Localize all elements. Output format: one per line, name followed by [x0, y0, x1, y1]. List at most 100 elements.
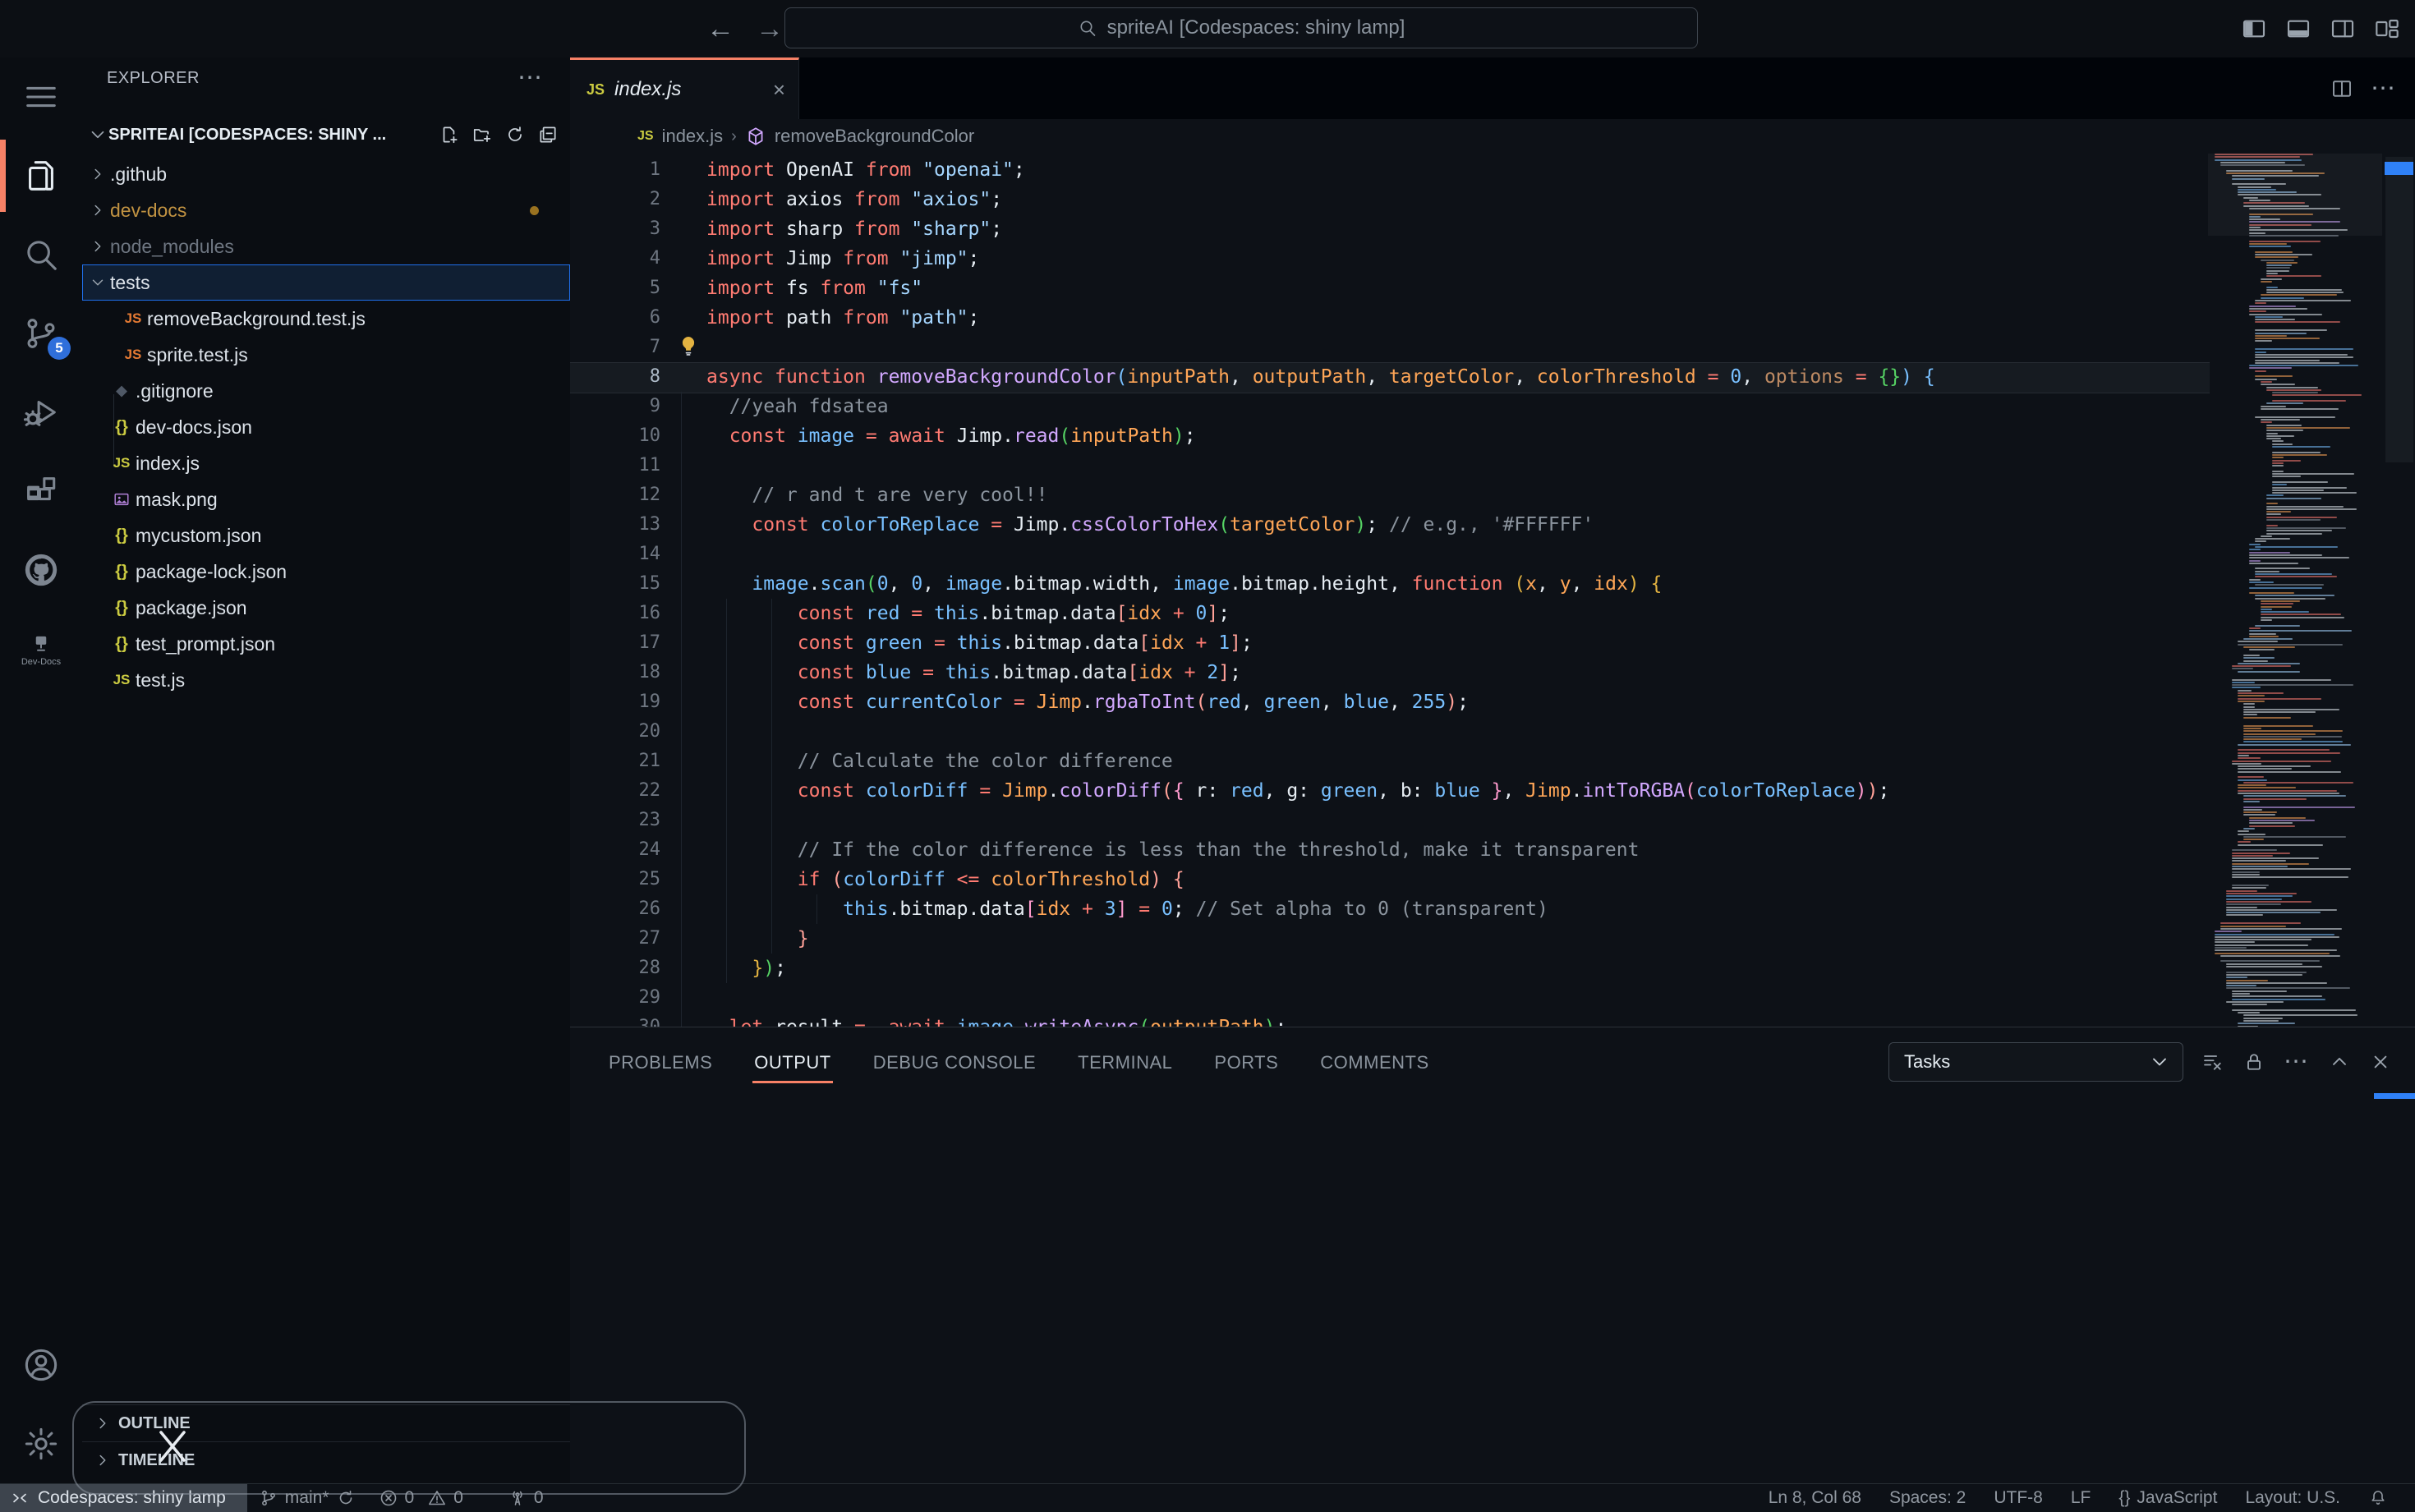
code-line-22[interactable]: 22 const colorDiff = Jimp.colorDiff({ r:…	[570, 776, 2201, 806]
maximize-panel-icon[interactable]	[2328, 1050, 2351, 1073]
tree-item-sprite-test-js[interactable]: JSsprite.test.js	[82, 337, 570, 373]
status-cursor-position[interactable]: Ln 8, Col 68	[1755, 1488, 1875, 1508]
tree-item-package-lock-json[interactable]: {}package-lock.json	[82, 554, 570, 590]
code-line-14[interactable]: 14	[570, 540, 2201, 569]
activity-item-explorer[interactable]	[0, 136, 82, 215]
notifications-bell[interactable]	[2354, 1488, 2402, 1508]
nav-back-button[interactable]: ←	[706, 13, 734, 45]
tree-item--gitignore[interactable]: ◆.gitignore	[82, 373, 570, 409]
code-line-15[interactable]: 15 image.scan(0, 0, image.bitmap.width, …	[570, 569, 2201, 599]
output-channel-select[interactable]: Tasks	[1888, 1042, 2183, 1082]
activity-item-settings[interactable]	[0, 1404, 82, 1483]
command-center-search[interactable]: spriteAI [Codespaces: shiny lamp]	[784, 7, 1698, 48]
code-line-23[interactable]: 23	[570, 806, 2201, 835]
code-line-7[interactable]: 7	[570, 333, 2201, 362]
tree-item-tests[interactable]: tests	[82, 264, 570, 301]
tab-index-js[interactable]: JS index.js ×	[570, 57, 799, 119]
clear-output-icon[interactable]	[2201, 1050, 2224, 1073]
tree-item-dev-docs-json[interactable]: {}dev-docs.json	[82, 409, 570, 445]
code-line-10[interactable]: 10 const image = await Jimp.read(inputPa…	[570, 421, 2201, 451]
activity-item-github[interactable]	[0, 531, 82, 609]
layout-panel-button[interactable]	[2285, 16, 2312, 42]
panel-tab-output[interactable]: OUTPUT	[752, 1041, 832, 1085]
code-line-9[interactable]: 9 //yeah fdsatea	[570, 392, 2201, 421]
lightbulb-icon[interactable]	[677, 334, 700, 357]
minimap[interactable]	[2208, 154, 2382, 1027]
code-line-13[interactable]: 13 const colorToReplace = Jimp.cssColorT…	[570, 510, 2201, 540]
code-line-24[interactable]: 24 // If the color difference is less th…	[570, 835, 2201, 865]
editor-more-actions-icon[interactable]: ⋯	[2371, 85, 2397, 93]
panel-tab-terminal[interactable]: TERMINAL	[1076, 1041, 1174, 1085]
code-line-3[interactable]: 3import sharp from "sharp";	[570, 214, 2201, 244]
breadcrumb-symbol[interactable]: removeBackgroundColor	[775, 126, 974, 147]
editor-scrollbar[interactable]	[2385, 157, 2413, 462]
panel-more-actions-icon[interactable]: ⋯	[2284, 1058, 2310, 1066]
panel-tab-ports[interactable]: PORTS	[1212, 1041, 1280, 1085]
status-keyboard-layout[interactable]: Layout: U.S.	[2231, 1488, 2354, 1508]
activity-item-dev-docs[interactable]: Dev-Docs	[0, 609, 82, 688]
code-line-5[interactable]: 5import fs from "fs"	[570, 273, 2201, 303]
code-line-4[interactable]: 4import Jimp from "jimp";	[570, 244, 2201, 273]
tree-item-mycustom-json[interactable]: {}mycustom.json	[82, 517, 570, 554]
problems-indicator[interactable]: 0 0	[367, 1484, 475, 1512]
code-line-29[interactable]: 29	[570, 983, 2201, 1013]
code-line-18[interactable]: 18 const blue = this.bitmap.data[idx + 2…	[570, 658, 2201, 687]
new-file-button[interactable]	[439, 124, 460, 145]
tree-item-node-modules[interactable]: node_modules	[82, 228, 570, 264]
layout-sidebar-left-button[interactable]	[2241, 16, 2267, 42]
code-line-12[interactable]: 12 // r and t are very cool!!	[570, 480, 2201, 510]
status-indentation[interactable]: Spaces: 2	[1875, 1488, 1980, 1508]
tree-item-test-js[interactable]: JStest.js	[82, 662, 570, 698]
panel-tab-debug-console[interactable]: DEBUG CONSOLE	[872, 1041, 1037, 1085]
remote-indicator[interactable]: Codespaces: shiny lamp	[0, 1484, 247, 1512]
code-line-27[interactable]: 27 }	[570, 924, 2201, 954]
breadcrumb[interactable]: JS index.js › removeBackgroundColor	[570, 119, 2415, 154]
split-editor-icon[interactable]	[2330, 76, 2354, 101]
activity-item-source-control[interactable]: 5	[0, 294, 82, 373]
tree-item-mask-png[interactable]: mask.png	[82, 481, 570, 517]
code-line-21[interactable]: 21 // Calculate the color difference	[570, 747, 2201, 776]
code-line-1[interactable]: 1import OpenAI from "openai";	[570, 155, 2201, 185]
code-line-25[interactable]: 25 if (colorDiff <= colorThreshold) {	[570, 865, 2201, 894]
status-language-mode[interactable]: {}JavaScript	[2104, 1488, 2231, 1508]
activity-item-extensions[interactable]	[0, 452, 82, 531]
tree-item--github[interactable]: .github	[82, 156, 570, 192]
code-line-28[interactable]: 28 });	[570, 954, 2201, 983]
code-line-6[interactable]: 6import path from "path";	[570, 303, 2201, 333]
code-line-16[interactable]: 16 const red = this.bitmap.data[idx + 0]…	[570, 599, 2201, 628]
ports-indicator[interactable]: 0	[496, 1484, 555, 1512]
tree-item-test-prompt-json[interactable]: {}test_prompt.json	[82, 626, 570, 662]
code-editor[interactable]: 1import OpenAI from "openai";2import axi…	[570, 154, 2415, 1027]
layout-sidebar-right-button[interactable]	[2330, 16, 2356, 42]
tree-item-package-json[interactable]: {}package.json	[82, 590, 570, 626]
refresh-button[interactable]	[504, 124, 526, 145]
panel-tab-problems[interactable]: PROBLEMS	[607, 1041, 714, 1085]
panel-tab-comments[interactable]: COMMENTS	[1318, 1041, 1430, 1085]
git-branch-indicator[interactable]: main*	[247, 1484, 367, 1512]
code-line-26[interactable]: 26 this.bitmap.data[idx + 3] = 0; // Set…	[570, 894, 2201, 924]
workspace-section-header[interactable]: SPRITEAI [CODESPACES: SHINY ...	[82, 120, 570, 149]
code-line-20[interactable]: 20	[570, 717, 2201, 747]
code-line-8[interactable]: 8async function removeBackgroundColor(in…	[570, 362, 2201, 392]
nav-forward-button[interactable]: →	[756, 13, 784, 45]
activity-item-search[interactable]	[0, 215, 82, 294]
status-eol[interactable]: LF	[2057, 1488, 2105, 1508]
activity-item-run-debug[interactable]	[0, 373, 82, 452]
close-panel-icon[interactable]	[2369, 1050, 2392, 1073]
explorer-more-actions-icon[interactable]: ⋯	[518, 74, 544, 82]
code-line-11[interactable]: 11	[570, 451, 2201, 480]
new-folder-button[interactable]	[472, 124, 493, 145]
activity-item-account[interactable]	[0, 1326, 82, 1404]
layout-customize-button[interactable]	[2374, 16, 2400, 42]
breadcrumb-file[interactable]: index.js	[662, 126, 724, 147]
tree-item-removebackground-test-js[interactable]: JSremoveBackground.test.js	[82, 301, 570, 337]
status-encoding[interactable]: UTF-8	[1980, 1488, 2057, 1508]
code-line-17[interactable]: 17 const green = this.bitmap.data[idx + …	[570, 628, 2201, 658]
lock-icon[interactable]	[2242, 1050, 2266, 1073]
code-line-19[interactable]: 19 const currentColor = Jimp.rgbaToInt(r…	[570, 687, 2201, 717]
activity-item-menu[interactable]	[0, 57, 82, 136]
tree-item-index-js[interactable]: JSindex.js	[82, 445, 570, 481]
code-line-30[interactable]: 30 let result = await image.writeAsync(o…	[570, 1013, 2201, 1027]
tree-item-dev-docs[interactable]: dev-docs	[82, 192, 570, 228]
tab-close-icon[interactable]: ×	[773, 77, 785, 103]
